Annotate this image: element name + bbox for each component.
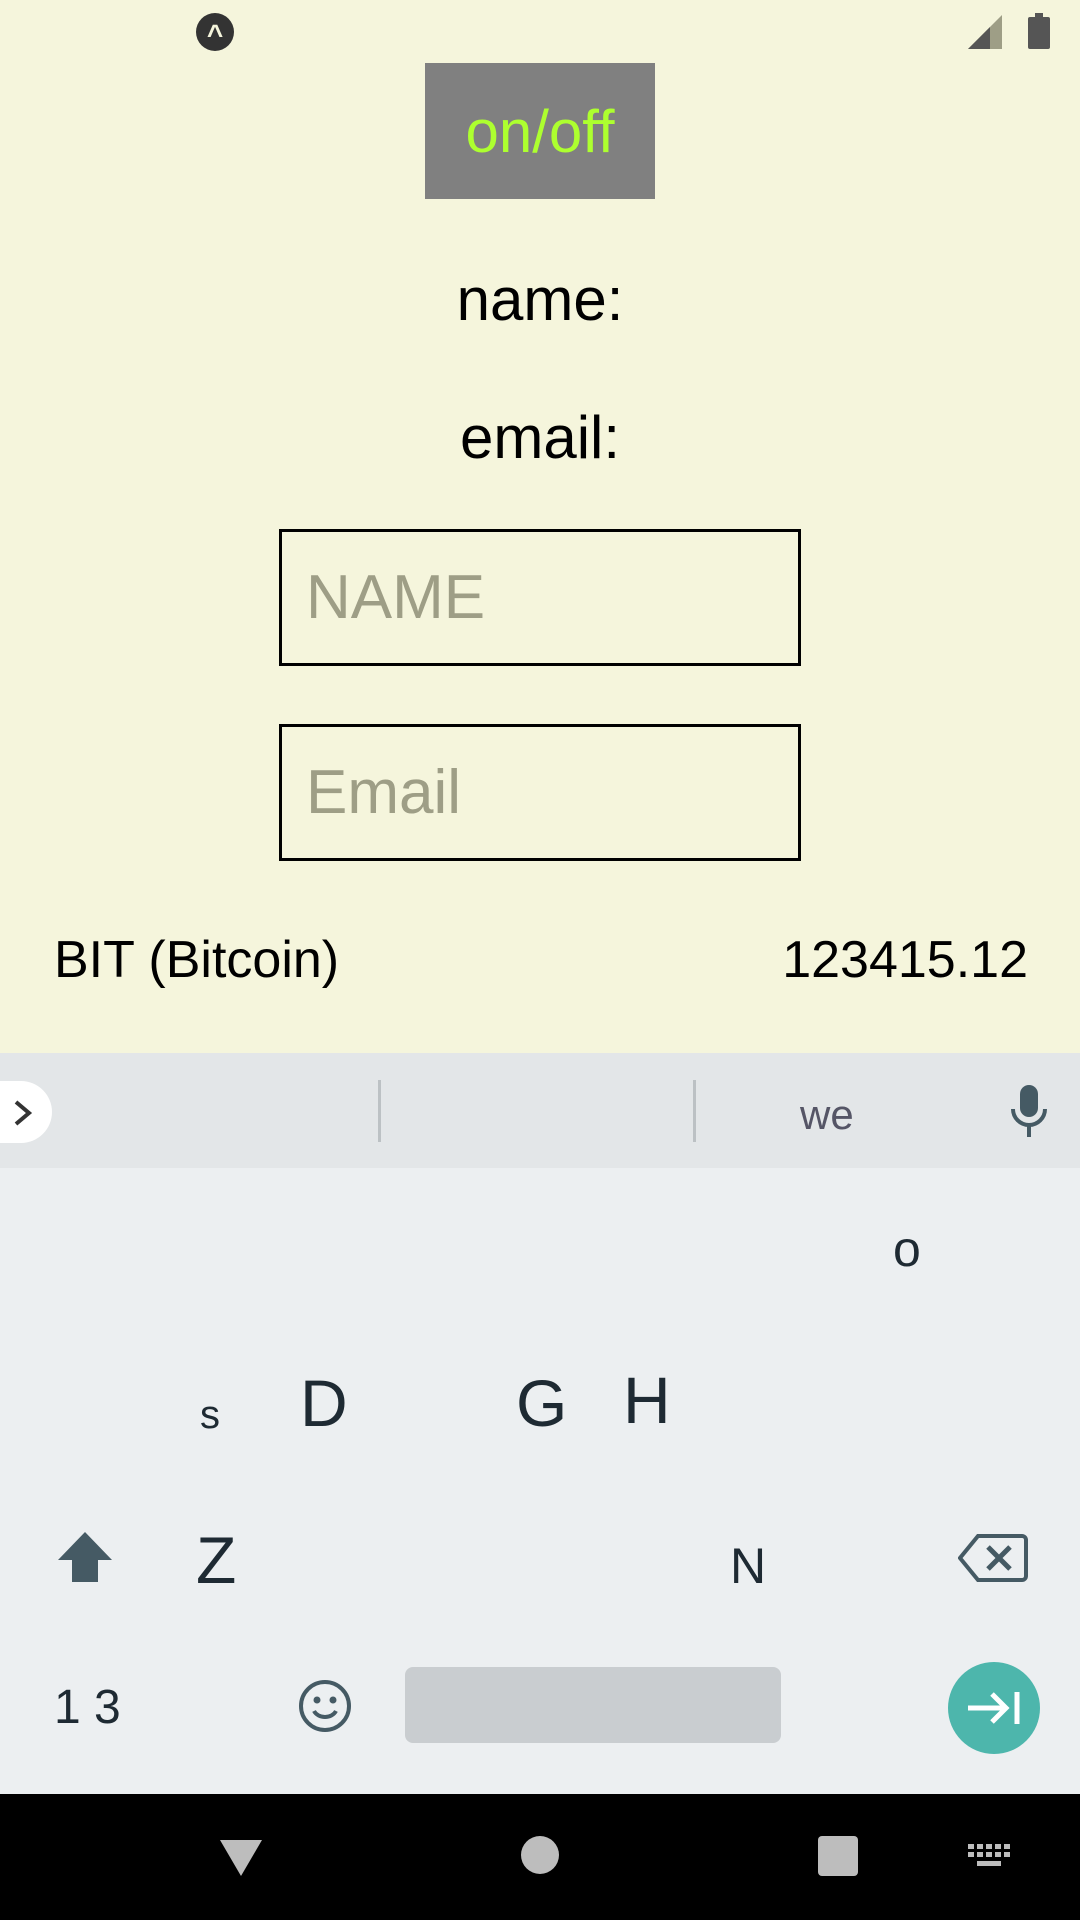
numbers-key[interactable]: 1 3 — [54, 1680, 121, 1735]
email-label: email: — [459, 404, 621, 471]
home-icon[interactable] — [521, 1836, 559, 1874]
currency-name: BIT (Bitcoin) — [54, 931, 340, 989]
key-o[interactable]: o — [893, 1220, 921, 1278]
suggestion-divider — [378, 1080, 381, 1142]
name-input[interactable] — [279, 529, 801, 666]
status-bar: ^ — [0, 0, 1080, 63]
battery-icon — [1028, 13, 1050, 49]
key-h[interactable]: H — [623, 1362, 671, 1438]
backspace-icon[interactable] — [958, 1532, 1028, 1584]
emoji-icon[interactable] — [297, 1678, 353, 1734]
key-z[interactable]: Z — [196, 1522, 236, 1598]
next-button[interactable] — [948, 1662, 1040, 1754]
suggestion-word[interactable]: we — [800, 1091, 854, 1139]
recents-icon[interactable] — [818, 1836, 858, 1876]
back-icon[interactable] — [218, 1838, 264, 1878]
suggestion-divider — [693, 1080, 696, 1142]
key-s[interactable]: s — [200, 1393, 220, 1438]
arrow-tab-icon — [968, 1692, 1020, 1724]
key-d[interactable]: D — [300, 1365, 348, 1441]
suggestion-strip: we — [0, 1053, 1080, 1168]
chevron-right-icon — [14, 1100, 33, 1126]
signal-icon — [968, 15, 1002, 49]
on-off-toggle-button[interactable]: on/off — [425, 63, 655, 199]
keyboard-icon[interactable] — [968, 1844, 1010, 1870]
name-label: name: — [456, 266, 624, 333]
expand-toolbar-button[interactable] — [0, 1081, 52, 1143]
currency-row: BIT (Bitcoin) 123415.12 — [0, 915, 1080, 1005]
microphone-icon[interactable] — [1008, 1083, 1050, 1139]
key-g[interactable]: G — [516, 1365, 567, 1441]
caret-up-icon: ^ — [196, 13, 234, 51]
key-n[interactable]: N — [730, 1537, 766, 1595]
email-input[interactable] — [279, 724, 801, 861]
currency-value: 123415.12 — [782, 931, 1028, 989]
space-bar[interactable] — [405, 1667, 781, 1743]
navigation-bar — [0, 1794, 1080, 1920]
shift-icon[interactable] — [56, 1530, 114, 1584]
